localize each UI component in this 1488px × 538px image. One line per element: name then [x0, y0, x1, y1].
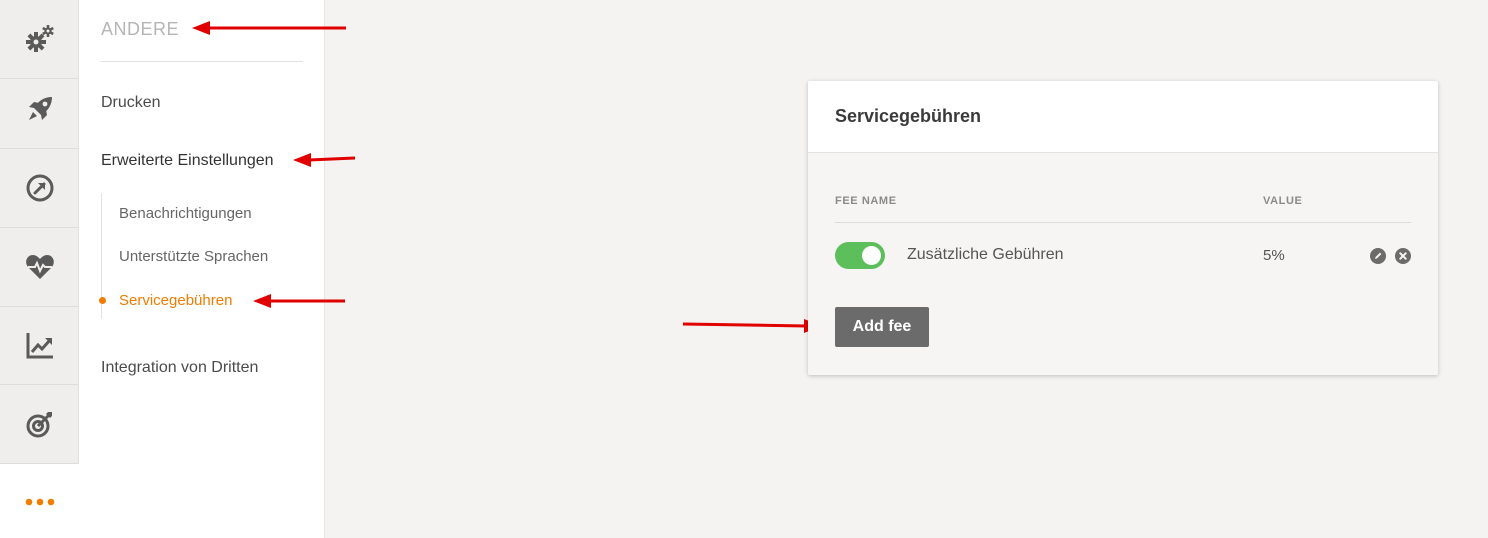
toggle-knob	[862, 246, 881, 265]
menu-item-erweiterte-einstellungen[interactable]: Erweiterte Einstellungen	[101, 152, 274, 170]
rail-item-health[interactable]	[0, 228, 79, 307]
annotation-arrow-left	[253, 294, 345, 308]
fee-name-cell: Zusätzliche Gebühren	[907, 246, 1064, 263]
line-chart-icon	[26, 333, 53, 359]
target-icon	[26, 412, 52, 438]
menu-item-drucken[interactable]: Drucken	[101, 94, 161, 112]
column-header-value: VALUE	[1263, 195, 1303, 207]
card-title: Servicegebühren	[835, 106, 982, 126]
submenu-item-benachrichtigungen[interactable]: Benachrichtigungen	[119, 205, 252, 222]
rail-item-settings[interactable]	[0, 0, 79, 79]
rail-item-launch[interactable]	[0, 70, 79, 149]
annotation-arrow-left	[192, 21, 346, 35]
section-divider	[101, 61, 303, 62]
edit-pencil-icon[interactable]	[1370, 248, 1386, 264]
rail-item-dashboard[interactable]	[0, 149, 79, 228]
rail-item-goals[interactable]	[0, 385, 79, 464]
fee-enabled-toggle[interactable]	[835, 242, 885, 269]
table-header-divider	[835, 222, 1411, 223]
annotation-arrow-left	[293, 153, 356, 167]
active-indicator-dot	[99, 297, 106, 304]
add-fee-button[interactable]: Add fee	[835, 307, 929, 347]
annotation-arrow-right	[682, 319, 822, 333]
submenu-item-unterstuetzte-sprachen[interactable]: Unterstützte Sprachen	[119, 248, 268, 265]
icon-rail	[0, 0, 79, 538]
section-title: ANDERE	[101, 19, 180, 39]
rocket-icon	[28, 97, 52, 120]
submenu-item-servicegebuehren[interactable]: Servicegebühren	[119, 292, 232, 309]
gears-icon	[25, 25, 54, 52]
card-header: Servicegebühren	[808, 81, 1438, 153]
column-header-fee-name: FEE NAME	[835, 195, 897, 207]
more-dots-icon	[25, 498, 54, 505]
delete-x-icon[interactable]	[1395, 248, 1411, 264]
rail-item-reports[interactable]	[0, 306, 79, 385]
heart-pulse-icon	[25, 255, 54, 279]
gauge-icon	[26, 174, 53, 202]
settings-submenu: ANDERE Drucken Erweiterte Einstellungen …	[79, 0, 325, 538]
menu-item-integration-von-dritten[interactable]: Integration von Dritten	[101, 359, 258, 377]
service-fees-card: Servicegebühren FEE NAME VALUE Zusätzlic…	[808, 81, 1438, 375]
fee-value-cell: 5%	[1263, 247, 1285, 264]
rail-item-more[interactable]	[0, 464, 79, 538]
